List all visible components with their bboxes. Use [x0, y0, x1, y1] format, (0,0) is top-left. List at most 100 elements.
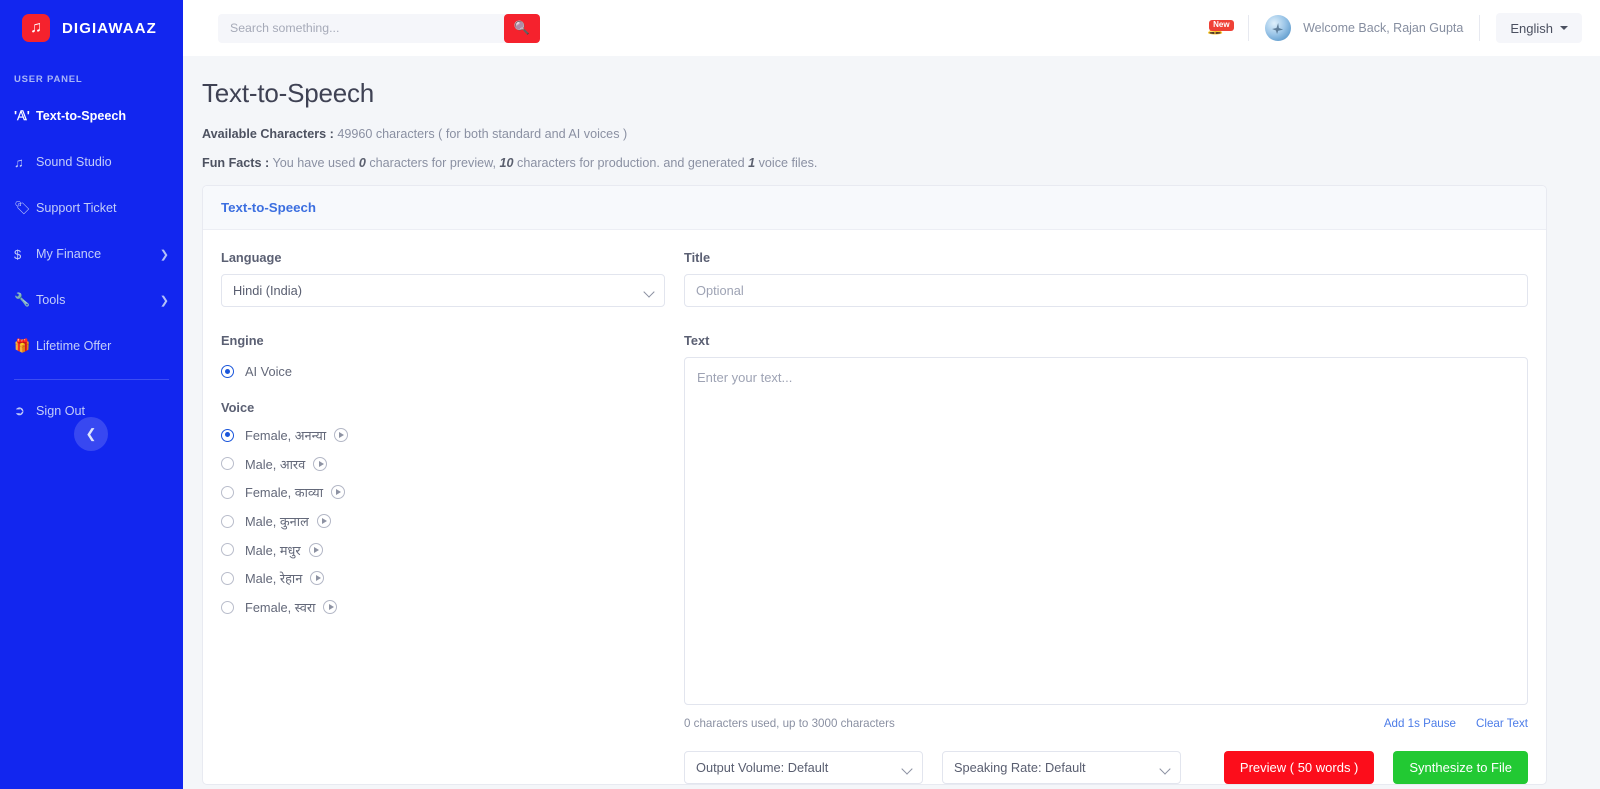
sidebar-item-label: Sign Out [36, 404, 86, 418]
controls-row: Output Volume: Default Speaking Rate: De… [684, 751, 1528, 784]
welcome-text: Welcome Back, Rajan Gupta [1303, 21, 1464, 35]
topbar-right: 🔔 New Welcome Back, Rajan Gupta English [1198, 0, 1600, 56]
voice-option-6[interactable]: Female, स्वरा [221, 593, 665, 622]
engine-option-ai-voice[interactable]: AI Voice [221, 357, 665, 386]
play-icon[interactable] [313, 456, 328, 471]
voice-option-1[interactable]: Male, आरव [221, 449, 665, 478]
sidebar-item-label: Lifetime Offer [36, 339, 112, 353]
speaking-rate-select[interactable]: Speaking Rate: Default [942, 751, 1181, 784]
voice-option-label: Female, स्वरा [245, 600, 316, 616]
radio-icon [221, 457, 234, 471]
new-badge: New [1209, 20, 1234, 31]
available-characters-count: 49960 [337, 127, 373, 141]
card-header: Text-to-Speech [203, 186, 1546, 230]
play-icon[interactable] [316, 514, 331, 529]
preview-button[interactable]: Preview ( 50 words ) [1223, 751, 1375, 784]
gift-icon: 🎁 [14, 338, 31, 353]
fun-facts-part3: characters for production. and generated [517, 156, 745, 170]
language-select-wrap: Hindi (India) [221, 274, 665, 307]
available-characters-line: Available Characters : 49960 characters … [202, 127, 1564, 141]
voice-option-5[interactable]: Male, रेहान [221, 564, 665, 593]
sidebar-item-sound-studio[interactable]: ♫ Sound Studio [0, 139, 183, 185]
fun-facts-label: Fun Facts : [202, 156, 270, 170]
synthesize-to-file-button[interactable]: Synthesize to File [1393, 751, 1528, 784]
sidebar-item-label: Support Ticket [36, 201, 117, 215]
title-field-label: Title [684, 250, 711, 265]
play-icon[interactable] [331, 485, 346, 500]
dollar-icon: $ [14, 246, 22, 262]
engine-option-label: AI Voice [245, 363, 292, 379]
music-note-icon: ♫ [22, 14, 50, 42]
search-bar: 🔍 [218, 13, 540, 43]
search-input[interactable] [218, 13, 508, 43]
fun-facts-preview-chars: 0 [358, 156, 366, 170]
voice-option-label: Male, कुनाल [245, 514, 309, 530]
chevron-left-icon: ❮ [85, 426, 97, 441]
speaking-rate-wrap: Speaking Rate: Default [942, 751, 1181, 784]
text-field-label: Text [684, 333, 710, 348]
left-column: Language Hindi (India) Engine AI Voice V… [221, 250, 665, 784]
fun-facts-part1: You have used [272, 156, 356, 170]
language-selector[interactable]: English [1496, 13, 1582, 43]
add-pause-link[interactable]: Add 1s Pause [1384, 717, 1456, 730]
language-select[interactable]: Hindi (India) [221, 274, 665, 307]
notifications-button[interactable]: 🔔 New [1198, 13, 1234, 43]
voice-option-label: Male, मधुर [245, 542, 301, 558]
sidebar-section-label: USER PANEL [14, 74, 83, 85]
sidebar-item-text-to-speech[interactable]: '𝔸' Text-to-Speech [0, 93, 183, 139]
character-counter: 0 characters used, up to 3000 characters [684, 717, 895, 730]
language-label: Language [221, 250, 282, 265]
topbar: 🔍 🔔 New Welcome Back, Rajan Gupta Englis… [183, 0, 1600, 56]
voice-option-2[interactable]: Female, काव्या [221, 478, 665, 507]
textarea-footer: 0 characters used, up to 3000 characters… [684, 717, 1528, 730]
main-content: Text-to-Speech Available Characters : 49… [183, 56, 1600, 789]
play-icon[interactable] [308, 542, 323, 557]
title-input[interactable] [684, 274, 1528, 307]
sidebar-item-label: Tools [36, 293, 66, 307]
sign-out-icon: ➲ [14, 403, 25, 418]
engine-label: Engine [221, 333, 264, 348]
radio-icon [221, 600, 234, 614]
fun-facts-production-chars: 10 [499, 156, 514, 170]
brand-logo-area[interactable]: ♫ DIGIAWAAZ [0, 0, 183, 56]
avatar[interactable] [1265, 15, 1292, 41]
fun-facts-part2: characters for preview, [369, 156, 497, 170]
text-to-speech-icon: '𝔸' [14, 108, 30, 123]
page-title: Text-to-Speech [202, 78, 375, 108]
sidebar-divider [14, 379, 169, 380]
search-button[interactable]: 🔍 [504, 13, 540, 43]
clear-text-link[interactable]: Clear Text [1476, 717, 1528, 730]
chevron-right-icon: ❯ [159, 294, 169, 307]
text-textarea[interactable] [684, 357, 1528, 705]
output-volume-wrap: Output Volume: Default [684, 751, 923, 784]
sidebar-item-lifetime-offer[interactable]: 🎁 Lifetime Offer [0, 323, 183, 369]
topbar-divider [1248, 15, 1250, 41]
voice-option-4[interactable]: Male, मधुर [221, 535, 665, 564]
play-icon[interactable] [334, 428, 349, 443]
play-icon[interactable] [310, 571, 325, 586]
sidebar-item-my-finance[interactable]: $ My Finance ❯ [0, 231, 183, 277]
caret-down-icon [1560, 26, 1568, 30]
tts-card: Text-to-Speech Language Hindi (India) En… [202, 185, 1547, 785]
fun-facts-part4: voice files. [758, 156, 818, 170]
wrench-icon: 🔧 [14, 292, 31, 307]
language-label: English [1510, 20, 1553, 36]
sidebar-item-tools[interactable]: 🔧 Tools ❯ [0, 277, 183, 323]
fun-facts-line: Fun Facts : You have used 0 characters f… [202, 156, 1564, 170]
card-body: Language Hindi (India) Engine AI Voice V… [203, 230, 1546, 784]
sidebar-item-support-ticket[interactable]: 🏷 Support Ticket [0, 185, 183, 231]
radio-icon [221, 364, 234, 378]
sidebar-collapse-button[interactable]: ❮ [74, 417, 108, 451]
radio-icon [221, 485, 234, 499]
radio-icon [221, 543, 234, 557]
tag-icon: 🏷 [14, 200, 31, 215]
voice-option-3[interactable]: Male, कुनाल [221, 507, 665, 536]
radio-icon [221, 514, 234, 528]
available-characters-suffix: characters ( for both standard and AI vo… [375, 127, 628, 141]
chevron-right-icon: ❯ [159, 248, 169, 261]
output-volume-select[interactable]: Output Volume: Default [684, 751, 923, 784]
radio-icon [221, 428, 234, 442]
fun-facts-files: 1 [748, 156, 756, 170]
play-icon[interactable] [323, 600, 338, 615]
voice-option-0[interactable]: Female, अनन्या [221, 421, 665, 450]
